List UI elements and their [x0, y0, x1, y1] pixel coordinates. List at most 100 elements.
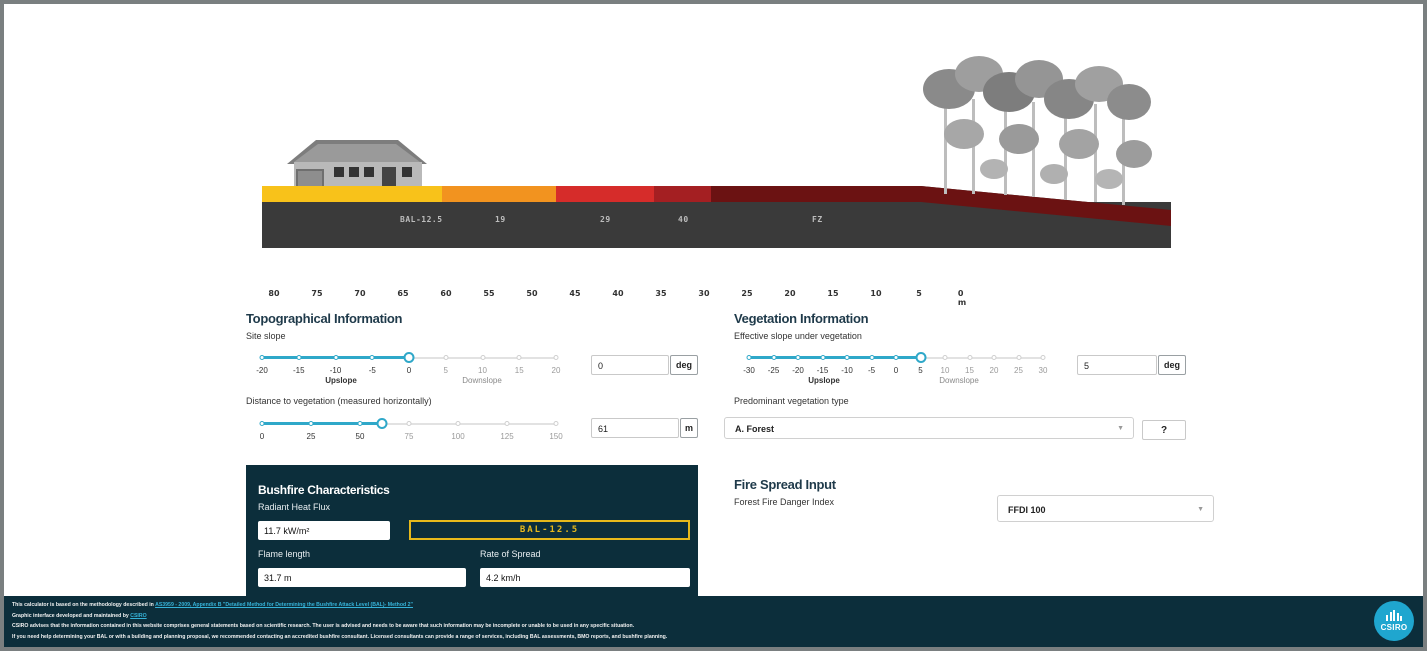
distance-label: Distance to vegetation (measured horizon…: [246, 396, 432, 406]
footer-methodology-text: This calculator is based on the methodol…: [12, 602, 154, 608]
site-slope-stop: [296, 355, 302, 360]
flame-length-label: Flame length: [258, 549, 311, 559]
distance-scale: 80 75 70 65 60 55 50 45 40 35 30 25 20 15 10 5 0 m: [262, 289, 966, 307]
vegetation-type-label: Predominant vegetation type: [734, 396, 849, 406]
effective-slope-stop: [1016, 355, 1021, 360]
effective-slope-stop: [795, 355, 801, 360]
csiro-logo-text: CSIRO: [1380, 623, 1408, 632]
site-slope-unit-button[interactable]: deg: [670, 355, 698, 375]
effective-slope-thumb[interactable]: [915, 352, 926, 363]
site-slope-stop: [480, 355, 485, 360]
site-slope-label: Site slope: [246, 331, 286, 341]
effective-slope-label: Effective slope under vegetation: [734, 331, 862, 341]
effective-slope-tick-label: 20: [989, 366, 999, 375]
house-illustration: [287, 140, 427, 186]
site-slope-stop: [516, 355, 522, 360]
vegetation-help-button[interactable]: ?: [1142, 420, 1186, 440]
app-frame: BAL-12.5 19 29 40 FZ 80 75 70 65 60 55 50 45 40 3…: [4, 4, 1423, 647]
ffdi-select[interactable]: FFDI 100 ▼: [997, 495, 1214, 522]
bal-graphic: BAL-12.5 19 29 40 FZ 80 75 70 65 60 55 50 45 40 3…: [4, 4, 1423, 307]
distance-track-fill: [262, 422, 382, 425]
effective-slope-unit-button[interactable]: deg: [1158, 355, 1186, 375]
chevron-down-icon: ▼: [1117, 425, 1124, 432]
veg-downslope-label: Downslope: [939, 376, 979, 385]
effective-slope-tick-label: 30: [1038, 366, 1048, 375]
ffdi-selected: FFDI 100: [1008, 505, 1046, 515]
slope-and-scene-illustration: [287, 56, 1171, 248]
bushfire-title: Bushfire Characteristics: [258, 483, 390, 497]
distance-slider[interactable]: 0 25 50 75 100 125 150: [259, 416, 563, 448]
zone-label-bal-12-5: BAL-12.5: [400, 215, 443, 224]
effective-slope-input[interactable]: 5: [1077, 355, 1157, 375]
footer-developer-text: Graphic interface developed and maintain…: [12, 612, 129, 619]
effective-slope-stop: [869, 355, 874, 360]
distance-scale-tick: 40: [612, 289, 624, 298]
effective-slope-stop: [820, 355, 825, 360]
footer-methodology-line: This calculator is based on the methodol…: [12, 600, 1415, 611]
csiro-logo-bars-icon: [1386, 610, 1402, 621]
effective-slope-tick-label: 0: [893, 366, 899, 375]
as3959-link[interactable]: AS3959 - 2009, Appendix B "Detailed Meth…: [155, 602, 413, 608]
effective-slope-stop: [991, 355, 997, 360]
site-slope-tick-label: -5: [368, 366, 376, 375]
site-slope-stop: [553, 355, 559, 360]
effective-slope-tick-label: -30: [743, 366, 755, 375]
effective-slope-stop: [942, 355, 948, 360]
site-upslope-label: Upslope: [325, 376, 357, 385]
vegetation-type-select[interactable]: A. Forest ▼: [724, 417, 1134, 439]
effective-slope-stop: [771, 355, 776, 360]
distance-scale-tick: 5: [916, 289, 922, 298]
footer-disclaimer: CSIRO advises that the information conta…: [12, 623, 635, 629]
ffdi-label: Forest Fire Danger Index: [734, 497, 835, 507]
distance-scale-tick: 65: [397, 289, 409, 298]
veg-upslope-label: Upslope: [808, 376, 840, 385]
distance-stop: [504, 421, 510, 426]
distance-thumb[interactable]: [376, 418, 388, 429]
effective-slope-stop: [967, 355, 972, 360]
distance-unit-button[interactable]: m: [680, 418, 698, 438]
site-slope-stop: [443, 355, 449, 360]
site-slope-input[interactable]: 0: [591, 355, 669, 375]
radiant-heat-label: Radiant Heat Flux: [258, 502, 331, 512]
zone-label-29: 29: [600, 215, 611, 224]
csiro-logo[interactable]: CSIRO: [1374, 601, 1414, 641]
bushfire-characteristics-panel: Bushfire Characteristics Radiant Heat Fl…: [246, 465, 698, 603]
site-slope-thumb[interactable]: [403, 352, 415, 363]
site-slope-tick-label: -15: [292, 366, 305, 375]
effective-slope-tick-label: 10: [940, 366, 950, 375]
distance-tick-label: 0: [259, 432, 265, 441]
effective-slope-tick-label: 5: [918, 366, 923, 375]
effective-slope-stop: [844, 355, 850, 360]
chevron-down-icon: ▼: [1197, 506, 1204, 513]
zone-label-19: 19: [495, 215, 506, 224]
distance-scale-tick: 20: [784, 289, 796, 298]
distance-scale-tick: 60: [440, 289, 452, 298]
rate-of-spread-value: 4.2 km/h: [480, 568, 690, 587]
site-slope-tick-label: 15: [514, 366, 524, 375]
footer-consultant-advice: If you need help determining your BAL or…: [12, 633, 668, 640]
site-slope-slider[interactable]: -20 -15 -10 -5 0 5 10 15 20: [256, 350, 560, 382]
distance-scale-tick: 30: [698, 289, 710, 298]
site-slope-stop: [369, 355, 375, 360]
effective-slope-stop: [1040, 355, 1046, 360]
distance-scale-tick: 15: [827, 289, 839, 298]
effective-slope-tick-label: 25: [1014, 366, 1023, 375]
csiro-link[interactable]: CSIRO: [130, 613, 146, 619]
distance-scale-tick: 10: [870, 289, 882, 298]
vegetation-type-selected: A. Forest: [735, 424, 775, 434]
footer-developer-line: Graphic interface developed and maintain…: [12, 611, 1415, 622]
distance-input[interactable]: 61: [591, 418, 679, 438]
distance-tick-label: 125: [500, 432, 514, 441]
distance-scale-tick: 0 m: [957, 289, 967, 307]
distance-scale-tick: 55: [483, 289, 495, 298]
footer: This calculator is based on the methodol…: [4, 596, 1423, 647]
effective-slope-slider[interactable]: -30 -25 -20 -15 -10 -5 0 5 10 15 20 25 30: [743, 350, 1047, 382]
forest-illustration: [923, 56, 1152, 205]
distance-scale-tick: 35: [655, 289, 667, 298]
distance-scale-tick: 70: [354, 289, 366, 298]
zone-label-40: 40: [678, 215, 689, 224]
distance-stop: [259, 421, 265, 426]
effective-slope-tick-label: -25: [767, 366, 780, 375]
site-slope-tick-label: -10: [329, 366, 342, 375]
distance-stop: [553, 421, 559, 426]
